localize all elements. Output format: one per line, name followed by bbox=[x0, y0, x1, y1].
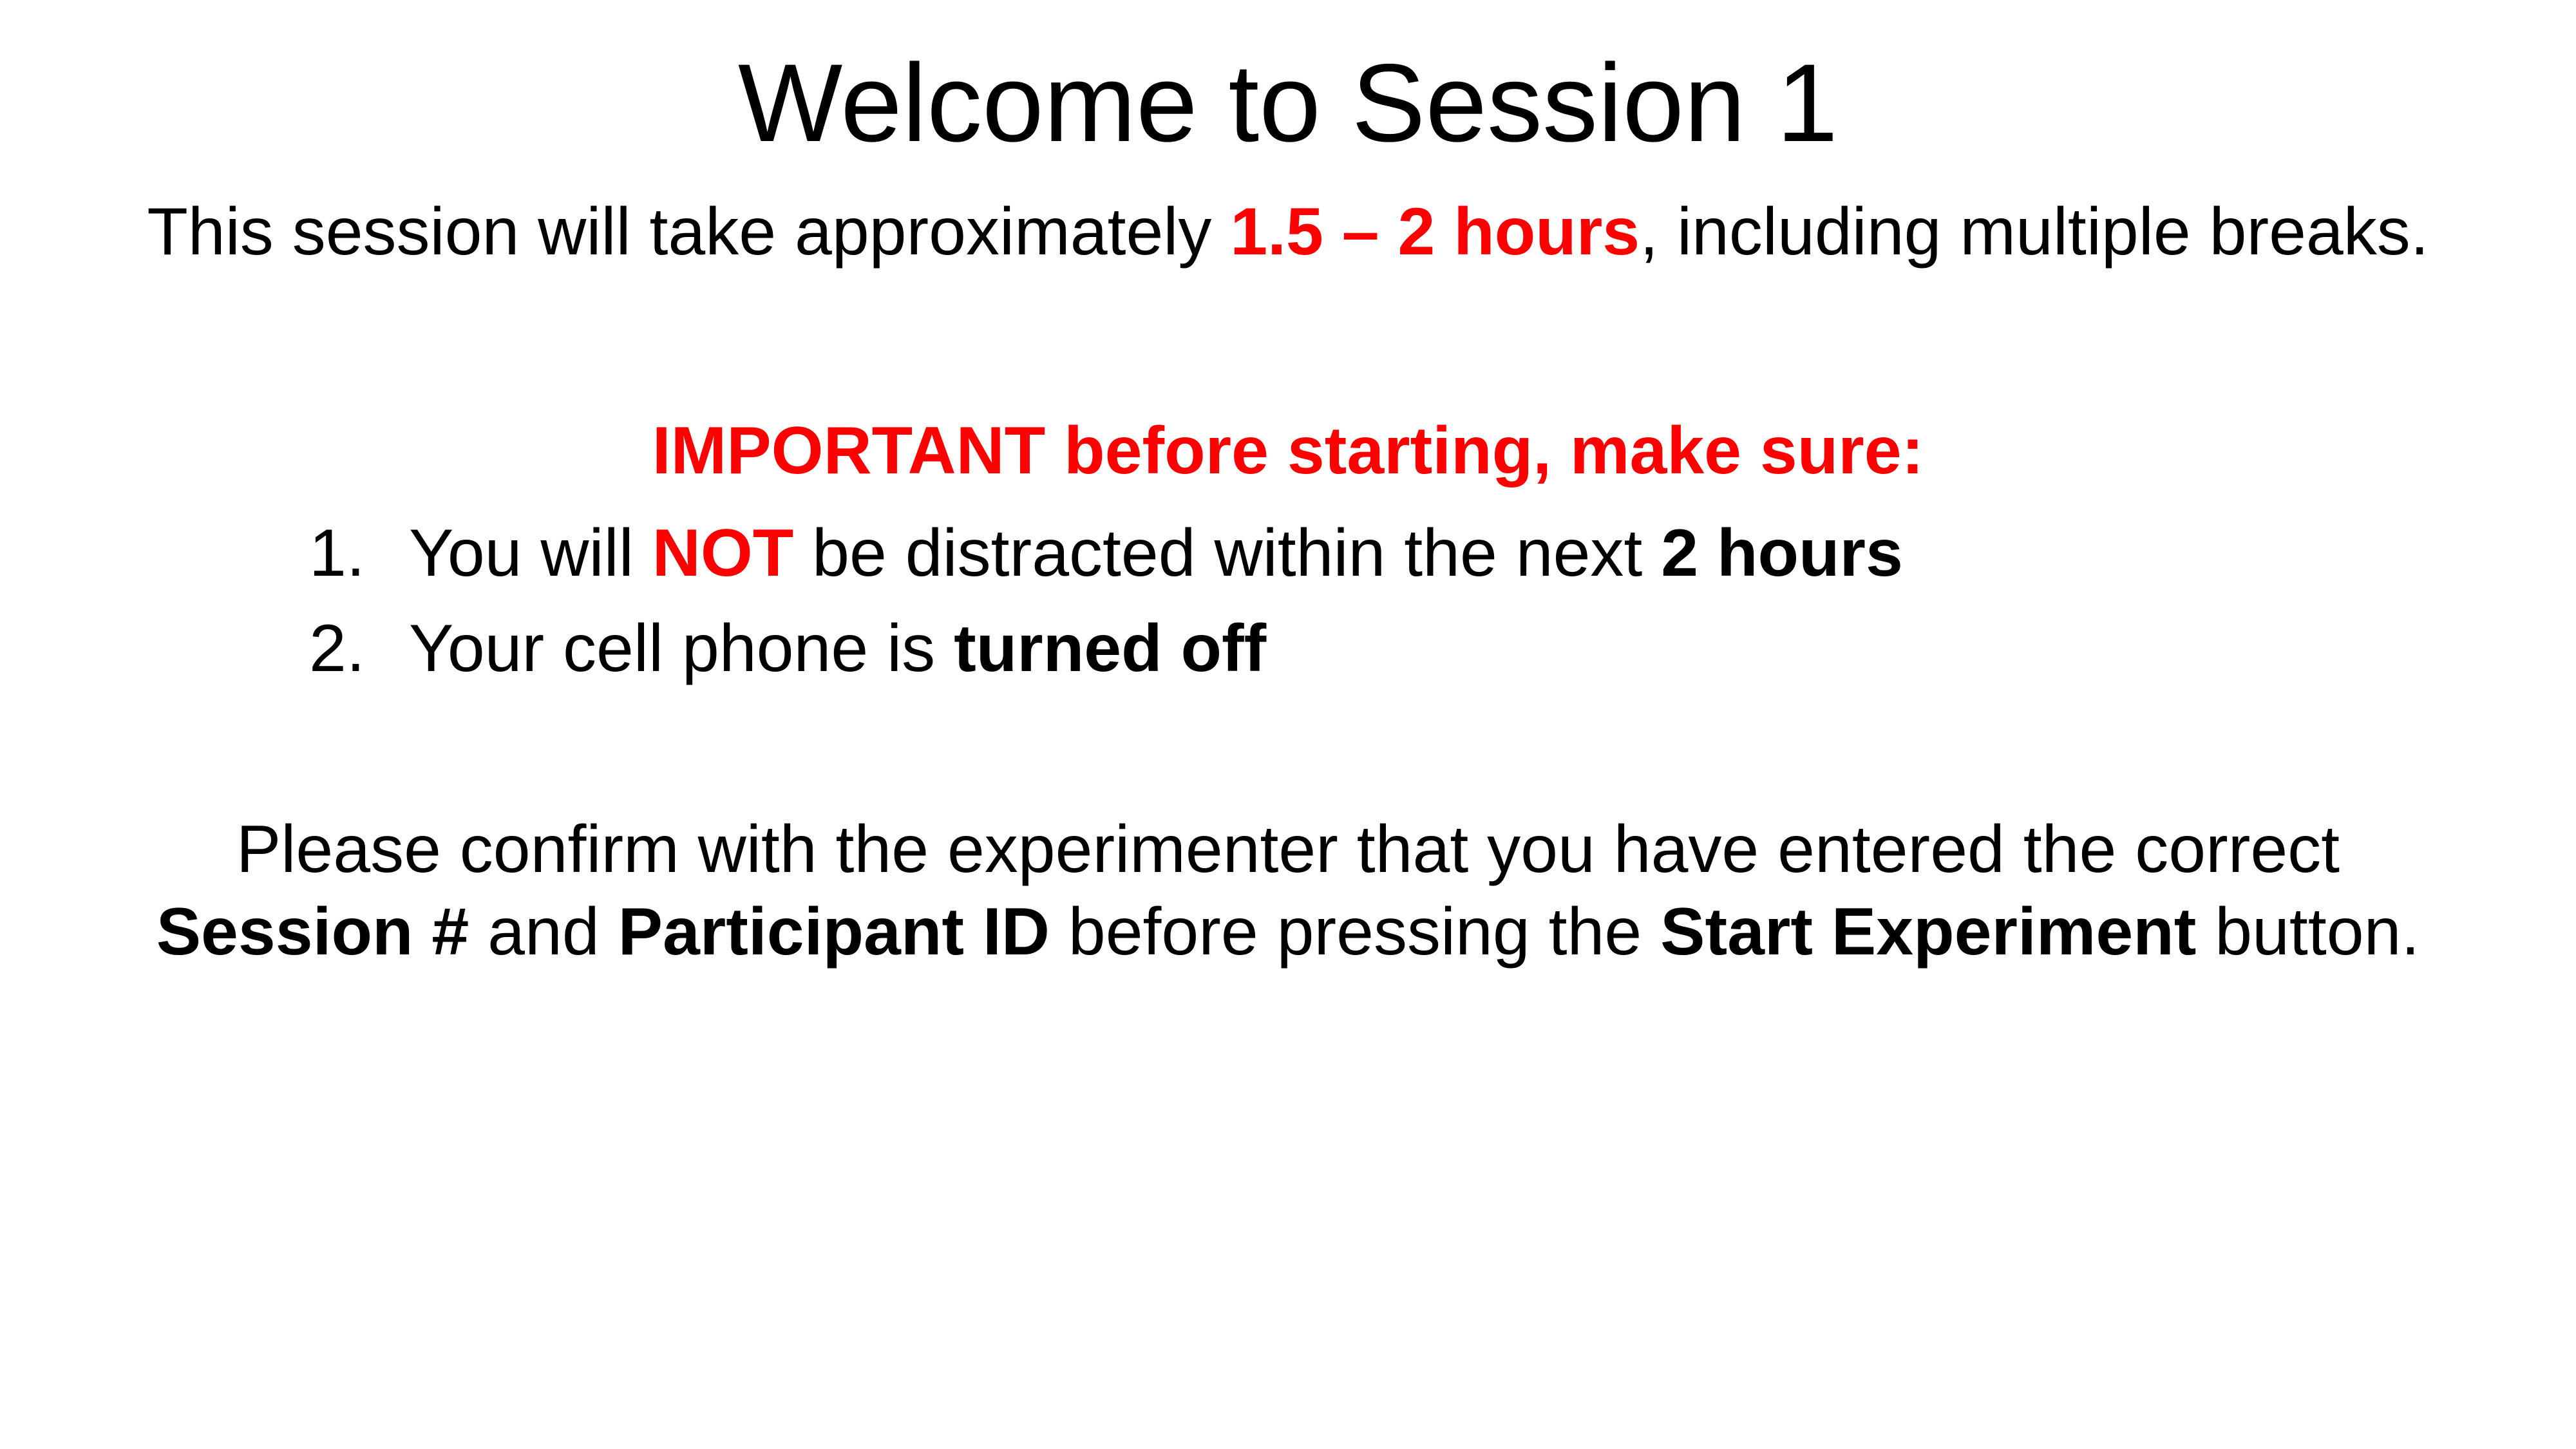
confirmation-text-part: button. bbox=[2196, 895, 2420, 969]
checklist-text-part: Your cell phone is bbox=[409, 611, 954, 686]
confirmation-line-1: Please confirm with the experimenter tha… bbox=[236, 812, 2340, 887]
start-experiment-label: Start Experiment bbox=[1660, 895, 2197, 969]
confirmation-text-part: and bbox=[469, 895, 618, 969]
duration-value: 1.5 – 2 hours bbox=[1230, 194, 1640, 269]
checklist-text: You will NOT be distracted within the ne… bbox=[409, 506, 1903, 601]
checklist-item: 2. Your cell phone is turned off bbox=[309, 601, 1903, 696]
checklist-text-part: be distracted within the next bbox=[793, 516, 1662, 591]
confirmation-text: Please confirm with the experimenter tha… bbox=[0, 808, 2576, 973]
checklist: 1. You will NOT be distracted within the… bbox=[309, 506, 1903, 696]
confirmation-text-part: before pressing the bbox=[1049, 895, 1661, 969]
checklist-number: 1. bbox=[309, 516, 365, 591]
page-title: Welcome to Session 1 bbox=[737, 41, 1839, 165]
confirmation-line-2: Session # and Participant ID before pres… bbox=[0, 891, 2576, 973]
checklist-emphasis-hours: 2 hours bbox=[1661, 516, 1903, 591]
checklist-number: 2. bbox=[309, 611, 365, 686]
session-duration-text: This session will take approximately 1.5… bbox=[0, 190, 2576, 274]
checklist-text: Your cell phone is turned off bbox=[409, 601, 1266, 696]
duration-prefix: This session will take approximately bbox=[147, 194, 1231, 269]
important-heading: IMPORTANT before starting, make sure: bbox=[652, 413, 1924, 488]
duration-suffix: , including multiple breaks. bbox=[1640, 194, 2429, 269]
participant-id-label: Participant ID bbox=[618, 895, 1050, 969]
checklist-emphasis-not: NOT bbox=[652, 516, 794, 591]
checklist-item: 1. You will NOT be distracted within the… bbox=[309, 506, 1903, 601]
session-number-label: Session # bbox=[156, 895, 469, 969]
checklist-text-part: You will bbox=[409, 516, 652, 591]
checklist-emphasis-turned-off: turned off bbox=[954, 611, 1267, 686]
